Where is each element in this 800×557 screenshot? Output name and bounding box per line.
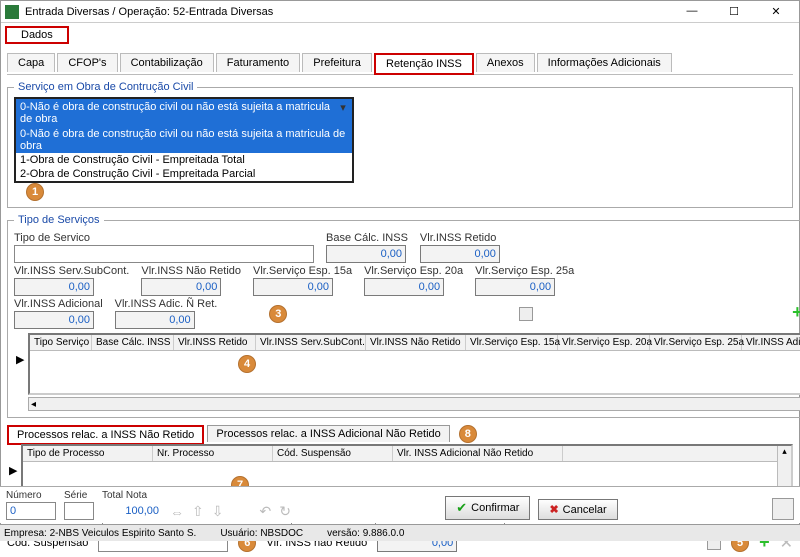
lbl-numero: Número [6, 490, 56, 501]
numero-input[interactable] [6, 502, 56, 520]
dropdown-option-1[interactable]: 1-Obra de Construção Civil - Empreitada … [16, 153, 352, 167]
lbl-adic-n-ret: Vlr.INSS Adic. Ñ Ret. [115, 298, 218, 310]
title-bar: Entrada Diversas / Operação: 52-Entrada … [1, 1, 799, 23]
lbl-esp-25a: Vlr.Serviço Esp. 25a [475, 265, 574, 277]
tab-anexos[interactable]: Anexos [476, 53, 535, 72]
gh-7[interactable]: Vlr.Serviço Esp. 25a [650, 335, 742, 350]
window-title: Entrada Diversas / Operação: 52-Entrada … [25, 6, 677, 18]
tab-info-adicionais[interactable]: Informações Adicionais [537, 53, 672, 72]
confirmar-button[interactable]: ✔ Confirmar [445, 496, 530, 520]
gh-0[interactable]: Tipo Serviço [30, 335, 92, 350]
tab-contabilizacao[interactable]: Contabilização [120, 53, 214, 72]
grid-header: Tipo Serviço Base Cálc. INSS Vlr.INSS Re… [30, 335, 800, 351]
chevron-down-icon[interactable]: ▾ [336, 101, 350, 115]
tab-cfops[interactable]: CFOP's [57, 53, 117, 72]
check-icon: ✔ [456, 500, 467, 516]
tab-proc-adic-nao-retido[interactable]: Processos relac. a INSS Adicional Não Re… [207, 425, 449, 442]
gh-4[interactable]: Vlr.INSS Não Retido [366, 335, 466, 350]
serie-input[interactable] [64, 502, 94, 520]
servico-civil-legend: Serviço em Obra de Contrução Civil [14, 81, 197, 93]
lbl-total: Total Nota [102, 490, 162, 501]
base-calc-input[interactable] [326, 245, 406, 263]
lbl-nao-retido: Vlr.INSS Não Retido [141, 265, 241, 277]
inss-adicional-input[interactable] [14, 311, 94, 329]
doc-icon[interactable] [519, 307, 533, 321]
grid2-header: Tipo de Processo Nr. Processo Cód. Suspe… [23, 446, 791, 462]
grid-hscroll[interactable]: ◂▸ [28, 397, 800, 411]
total-value [102, 502, 162, 520]
callout-3: 3 [269, 305, 287, 323]
adic-n-ret-input[interactable] [115, 311, 195, 329]
lbl-base-calc: Base Cálc. INSS [326, 232, 408, 244]
status-bar: Empresa: 2-NBS Veiculos Espirito Santo S… [0, 524, 800, 541]
tipo-servicos-legend: Tipo de Serviços [14, 214, 104, 226]
servico-civil-group: Serviço em Obra de Contrução Civil 0-Não… [7, 81, 793, 208]
dropdown-option-2[interactable]: 2-Obra de Construção Civil - Empreitada … [16, 167, 352, 181]
inss-retido-input[interactable] [420, 245, 500, 263]
lbl-esp-20a: Vlr.Serviço Esp. 20a [364, 265, 463, 277]
menu-bar: Dados [1, 23, 799, 46]
dropdown-selected[interactable]: 0-Não é obra de construção civil ou não … [16, 99, 352, 127]
servicos-grid[interactable]: Tipo Serviço Base Cálc. INSS Vlr.INSS Re… [28, 333, 800, 395]
menu-dados[interactable]: Dados [5, 26, 69, 44]
undo-icon[interactable]: ↶ [259, 503, 271, 520]
gh-5[interactable]: Vlr.Serviço Esp. 15a [466, 335, 558, 350]
add-button[interactable]: + [792, 302, 800, 323]
servico-civil-dropdown[interactable]: 0-Não é obra de construção civil ou não … [14, 97, 354, 183]
serv-subcont-input[interactable] [14, 278, 94, 296]
row-marker-icon: ▶ [16, 353, 24, 366]
callout-1: 1 [26, 183, 44, 201]
tab-proc-nao-retido[interactable]: Processos relac. a INSS Não Retido [7, 425, 204, 445]
status-versao: versão: 9.886.0.0 [327, 528, 404, 539]
footer-toolbar: Número Série Total Nota ⇔ ⇧ ⇩ ↶ ↻ ✔ Conf… [0, 486, 800, 523]
g2h-0[interactable]: Tipo de Processo [23, 446, 153, 461]
gh-8[interactable]: Vlr.INSS Adicional [742, 335, 800, 350]
status-empresa: Empresa: 2-NBS Veiculos Espirito Santo S… [4, 528, 196, 539]
esp-15a-input[interactable] [253, 278, 333, 296]
g2h-3[interactable]: Vlr. INSS Adicional Não Retido [393, 446, 563, 461]
down-icon[interactable]: ⇩ [212, 503, 224, 520]
link-icon[interactable]: ⇔ [170, 504, 184, 520]
esp-25a-input[interactable] [475, 278, 555, 296]
maximize-button[interactable]: ☐ [719, 5, 749, 18]
esp-20a-input[interactable] [364, 278, 444, 296]
g2h-2[interactable]: Cód. Suspensão [273, 446, 393, 461]
dropdown-option-0[interactable]: 0-Não é obra de construção civil ou não … [16, 127, 352, 153]
tab-prefeitura[interactable]: Prefeitura [302, 53, 372, 72]
cancelar-button[interactable]: ✖ Cancelar [538, 499, 617, 520]
gh-6[interactable]: Vlr.Serviço Esp. 20a [558, 335, 650, 350]
x-icon: ✖ [549, 503, 558, 516]
gh-2[interactable]: Vlr.INSS Retido [174, 335, 256, 350]
lbl-serv-subcont: Vlr.INSS Serv.SubCont. [14, 265, 129, 277]
close-button[interactable]: ✕ [761, 5, 791, 18]
up-icon[interactable]: ⇧ [192, 503, 204, 520]
nao-retido-input[interactable] [141, 278, 221, 296]
gh-3[interactable]: Vlr.INSS Serv.SubCont. [256, 335, 366, 350]
lbl-tipo-servico: Tipo de Servico [14, 232, 314, 244]
lbl-serie: Série [64, 490, 94, 501]
tipo-servicos-group: Tipo de Serviços Tipo de Servico Base Cá… [7, 214, 800, 418]
gh-1[interactable]: Base Cálc. INSS [92, 335, 174, 350]
refresh-icon[interactable]: ↻ [279, 503, 291, 520]
confirmar-label: Confirmar [471, 502, 519, 514]
tab-faturamento[interactable]: Faturamento [216, 53, 300, 72]
status-usuario: Usuário: NBSDOC [220, 528, 303, 539]
callout-4: 4 [238, 355, 256, 373]
cancelar-label: Cancelar [563, 504, 607, 516]
app-icon [5, 5, 19, 19]
tab-capa[interactable]: Capa [7, 53, 55, 72]
tab-retencao-inss[interactable]: Retenção INSS [374, 53, 474, 75]
minimize-button[interactable]: — [677, 5, 707, 18]
row-marker-icon-2: ▶ [9, 464, 17, 477]
callout-8: 8 [459, 425, 477, 443]
g2h-1[interactable]: Nr. Processo [153, 446, 273, 461]
main-tabs: Capa CFOP's Contabilização Faturamento P… [7, 52, 793, 75]
sub-tabs: Processos relac. a INSS Não Retido Proce… [7, 424, 793, 444]
lbl-esp-15a: Vlr.Serviço Esp. 15a [253, 265, 352, 277]
lbl-inss-adicional: Vlr.INSS Adicional [14, 298, 103, 310]
export-icon[interactable] [772, 498, 794, 520]
lbl-inss-retido: Vlr.INSS Retido [420, 232, 500, 244]
tipo-servico-input[interactable] [14, 245, 314, 263]
